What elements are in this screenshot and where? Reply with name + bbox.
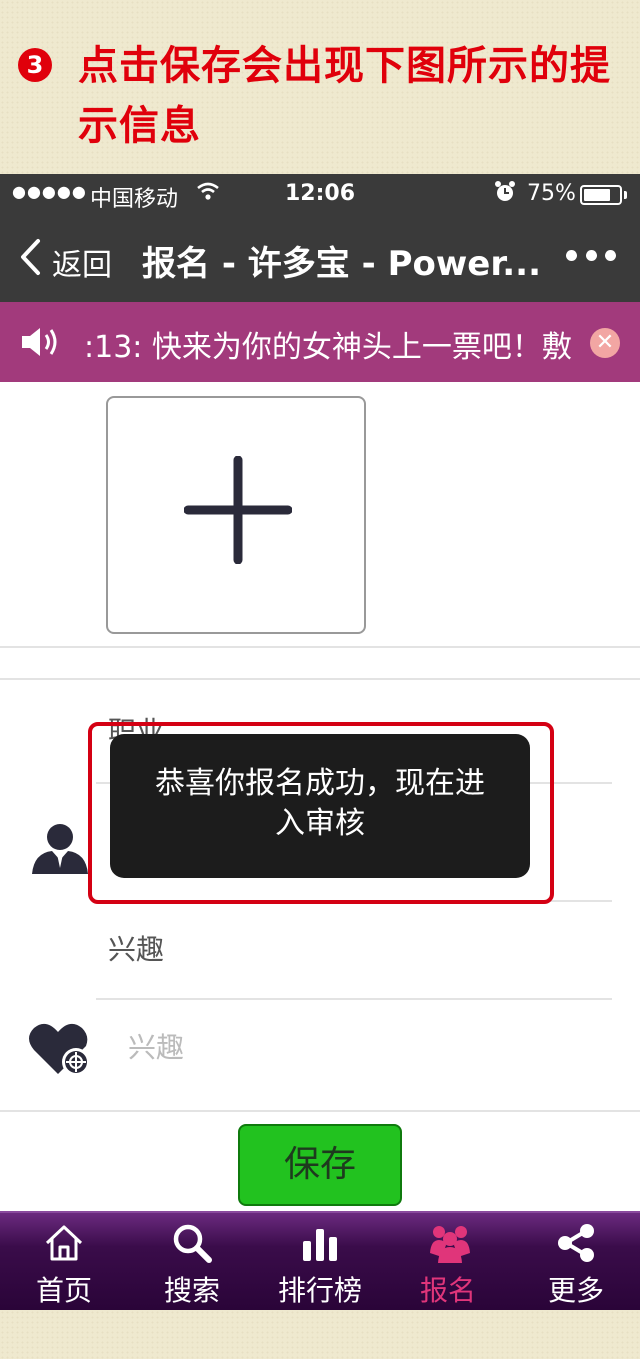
back-button[interactable]: 返回 [52, 240, 112, 284]
tab-label: 搜索 [163, 1274, 220, 1307]
person-icon [30, 822, 90, 878]
tab-label: 报名 [419, 1274, 476, 1307]
tab-more[interactable]: 更多 [512, 1213, 640, 1310]
tab-signup[interactable]: 报名 [384, 1213, 512, 1310]
marquee-text: :13: 快来为你的女神头上一票吧！敷 [84, 330, 572, 365]
interest-label: 兴趣 [108, 933, 165, 966]
battery-icon [580, 185, 622, 205]
bar-chart-icon [300, 1223, 340, 1263]
divider [96, 998, 612, 1000]
battery-percent: 75% [527, 181, 576, 206]
tab-label: 排行榜 [277, 1274, 362, 1307]
alarm-icon [494, 180, 516, 210]
instruction-banner: 3 点击保存会出现下图所示的提示信息 [0, 0, 640, 174]
phone-screen: ●●●●● 中国移动 12:06 75% 返回 报名 - 许多宝 - Power… [0, 174, 640, 1310]
search-icon [172, 1223, 212, 1263]
bottom-tab-bar: 首页 搜索 排行榜 报名 更多 [0, 1211, 640, 1310]
home-icon [44, 1223, 84, 1263]
divider [0, 678, 640, 680]
step-badge: 3 [18, 48, 52, 82]
tab-search[interactable]: 搜索 [128, 1213, 256, 1310]
divider [0, 1110, 640, 1112]
tab-home[interactable]: 首页 [0, 1213, 128, 1310]
divider [0, 646, 640, 648]
photo-upload-box[interactable] [106, 396, 366, 634]
interest-input[interactable]: 兴趣 [128, 1026, 184, 1066]
instruction-text: 点击保存会出现下图所示的提示信息 [78, 43, 611, 149]
tab-label: 首页 [35, 1274, 92, 1307]
announcement-marquee: :13: 快来为你的女神头上一票吧！敷 ✕ [0, 302, 640, 382]
plus-icon [183, 455, 293, 568]
status-bar: ●●●●● 中国移动 12:06 75% [0, 174, 640, 214]
tab-label: 更多 [547, 1274, 604, 1307]
battery-tip [624, 191, 627, 199]
speaker-icon [20, 324, 62, 364]
people-icon [428, 1223, 470, 1263]
back-chevron-icon[interactable] [18, 238, 42, 280]
more-menu-icon[interactable] [566, 250, 616, 264]
heart-icon [28, 1020, 92, 1082]
close-icon[interactable]: ✕ [590, 328, 620, 358]
nav-bar: 返回 报名 - 许多宝 - Power... [0, 214, 640, 302]
tab-ranking[interactable]: 排行榜 [256, 1213, 384, 1310]
highlight-box [88, 722, 554, 904]
battery-fill [584, 189, 610, 201]
share-icon [556, 1223, 596, 1263]
page-title: 报名 - 许多宝 - Power... [142, 244, 541, 284]
save-button[interactable]: 保存 [238, 1124, 402, 1206]
